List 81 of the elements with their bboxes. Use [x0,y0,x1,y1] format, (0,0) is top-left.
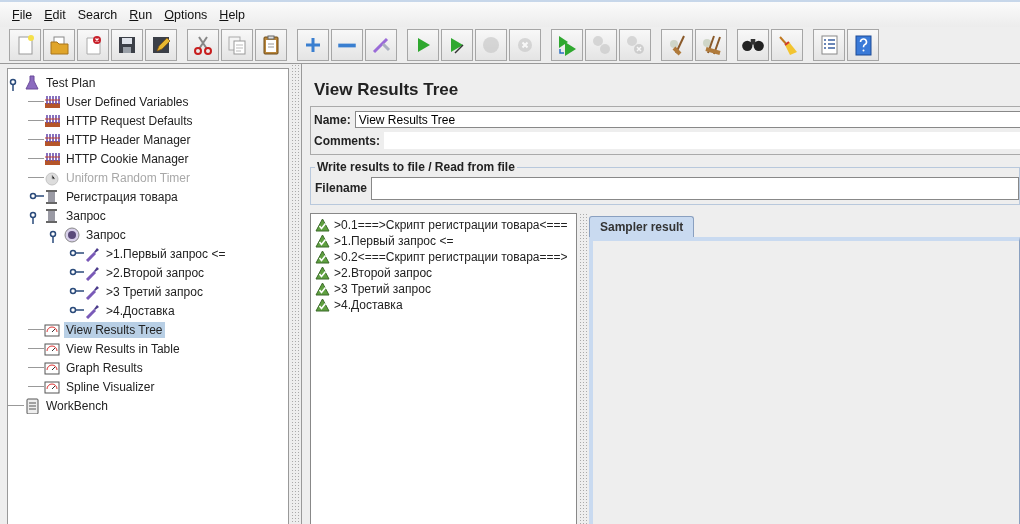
tree-item[interactable]: Запрос [84,226,128,243]
toolbar-button[interactable] [737,29,769,61]
name-field[interactable]: View Results Tree [354,111,1020,128]
filename-field[interactable] [371,176,1019,200]
result-item[interactable]: >4.Доставка [334,298,403,312]
tree-item[interactable]: Graph Results [64,359,145,376]
result-item[interactable]: >1.Первый запрос <= [334,234,454,248]
tree-item[interactable]: >1.Первый запрос <= [104,245,228,262]
success-icon [315,298,330,312]
panel-title: View Results Tree [314,80,460,100]
field-label: Filename [315,181,368,195]
pipette-icon [84,264,100,281]
menu-item[interactable]: Help [213,5,252,24]
splitter-handle[interactable] [579,213,587,524]
tree-item[interactable]: Test Plan [44,74,98,91]
toolbar-button[interactable] [111,29,143,61]
field-label: Name: [314,112,351,127]
rack-icon [44,150,60,167]
pencil-icon [150,34,172,56]
success-icon [315,282,330,296]
tree-item[interactable]: View Results in Table [64,340,182,357]
pipette-icon [84,302,100,319]
tree-item[interactable]: HTTP Header Manager [64,131,193,148]
gauge-icon [44,321,60,338]
scissors-icon [192,34,214,56]
double-play-icon [556,34,578,56]
clock-icon [44,169,60,186]
rack-icon [44,131,60,148]
tree-item[interactable]: >2.Второй запрос [104,264,207,281]
gauge-icon [44,340,60,357]
menu-item[interactable]: Search [71,5,124,24]
brooms-icon [700,34,722,56]
pipette-icon [84,245,100,262]
spool-icon [44,207,60,224]
result-item[interactable]: >0.2<===Скрипт регистрации товара===> [334,250,568,264]
binoculars-icon [742,39,764,51]
result-item[interactable]: >3 Третий запрос [334,282,431,296]
tree-item[interactable]: HTTP Cookie Manager [64,150,191,167]
success-icon [315,250,330,264]
spool-icon [44,188,60,205]
minus-icon [338,42,356,48]
dial-icon [64,226,80,243]
field-label: Comments: [314,133,380,148]
menu-item[interactable]: Edit [38,5,72,24]
clipboard-icon [24,397,40,414]
tree-item[interactable]: >4.Доставка [104,302,177,319]
tree-item[interactable]: HTTP Request Defaults [64,112,195,129]
help-icon [852,34,874,56]
clipboard-icon [260,34,282,56]
tree-item[interactable]: User Defined Variables [64,93,191,110]
pipette-icon [84,283,100,300]
double-circle-icon [624,34,646,56]
list-icon [818,34,840,56]
tab[interactable]: Sampler result [589,216,695,237]
folder-icon [48,34,70,56]
success-icon [315,218,330,232]
stop-icon [480,34,502,56]
copy-icon [226,34,248,56]
tree-item[interactable]: WorkBench [44,397,110,414]
rack-icon [44,93,60,110]
splitter-handle[interactable] [291,64,299,524]
menu-item[interactable]: Run [123,5,159,24]
menu-item[interactable]: File [6,5,39,24]
group-title: Write results to file / Read from file [316,160,516,174]
result-item[interactable]: >2.Второй запрос [334,266,433,280]
success-icon [315,266,330,280]
gauge-icon [44,378,60,395]
broom-icon [776,34,798,56]
double-circle-icon [590,34,612,56]
gauge-icon [44,359,60,376]
result-item[interactable]: >0.1===>Скрипт регистрации товара<=== [334,218,568,232]
menu-item[interactable]: Options [158,5,214,24]
tree-item[interactable]: Регистрация товара [64,188,180,205]
flask-icon [24,74,40,91]
rack-icon [44,112,60,129]
tree-item[interactable]: Spline Visualizer [64,378,157,395]
success-icon [315,234,330,248]
tree-item[interactable]: Запрос [64,207,108,224]
toolbar-button[interactable] [145,29,177,61]
tree-item[interactable]: >3 Третий запрос [104,283,205,300]
tree-item[interactable]: View Results Tree [64,321,165,338]
